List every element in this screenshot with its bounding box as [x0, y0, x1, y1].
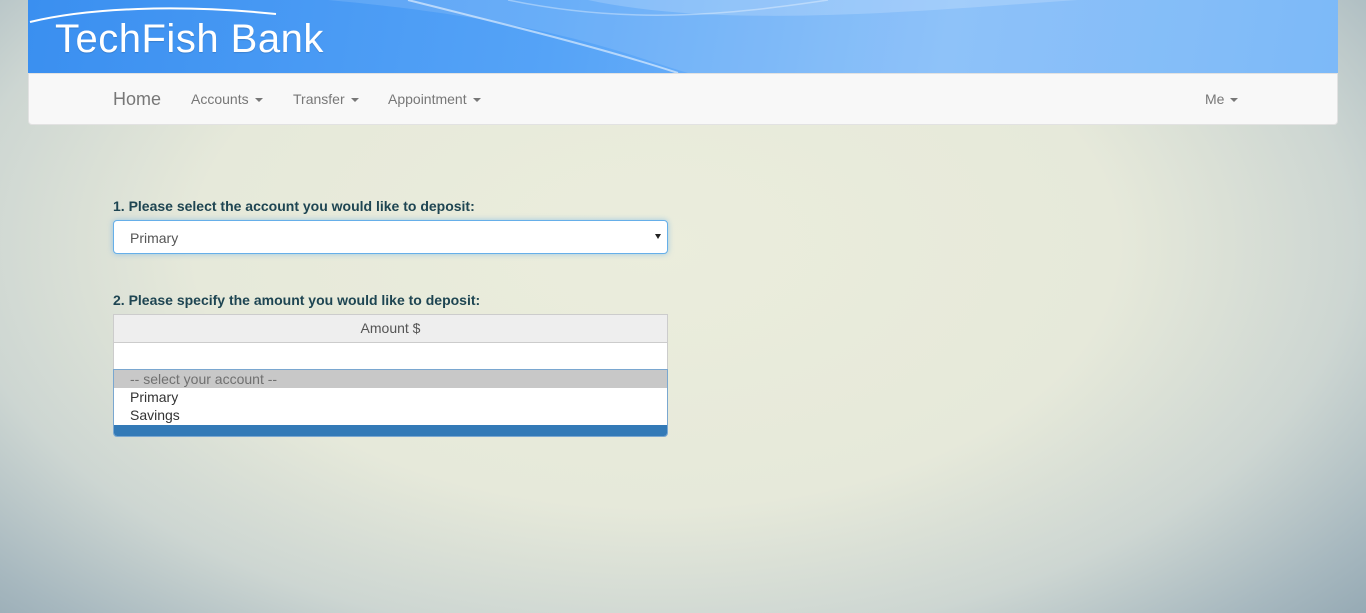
dropdown-option-primary[interactable]: Primary — [114, 388, 667, 406]
caret-down-icon — [1230, 98, 1239, 103]
account-select-value: Primary — [130, 230, 179, 246]
step2-label: 2. Please specify the amount you would l… — [113, 292, 481, 308]
nav-home-link[interactable]: Home — [113, 89, 161, 110]
dropdown-option-placeholder[interactable]: -- select your account -- — [114, 370, 667, 388]
header-banner: TechFish Bank — [28, 0, 1338, 73]
nav-accounts-label: Accounts — [191, 91, 249, 107]
step1-label: 1. Please select the account you would l… — [113, 198, 475, 214]
account-dropdown-list: -- select your account -- Primary Saving… — [113, 369, 668, 437]
dropdown-footer-bar — [114, 425, 667, 436]
nav-transfer-label: Transfer — [293, 91, 345, 107]
nav-user-label: Me — [1205, 91, 1225, 107]
nav-user-dropdown[interactable]: Me — [1205, 91, 1239, 107]
brand-swoosh-icon — [29, 7, 277, 23]
nav-appointment-dropdown[interactable]: Appointment — [388, 91, 481, 107]
account-select[interactable]: Primary — [113, 220, 668, 254]
caret-down-icon — [472, 98, 481, 103]
dropdown-option-savings[interactable]: Savings — [114, 406, 667, 424]
caret-down-icon — [350, 98, 359, 103]
nav-accounts-dropdown[interactable]: Accounts — [191, 91, 263, 107]
caret-down-icon — [254, 98, 263, 103]
navbar: Home Accounts Transfer Appointment Me — [28, 73, 1338, 125]
amount-input[interactable] — [113, 342, 668, 369]
nav-transfer-dropdown[interactable]: Transfer — [293, 91, 359, 107]
nav-appointment-label: Appointment — [388, 91, 467, 107]
amount-addon: Amount $ — [113, 314, 668, 342]
select-arrow-icon — [655, 234, 661, 239]
